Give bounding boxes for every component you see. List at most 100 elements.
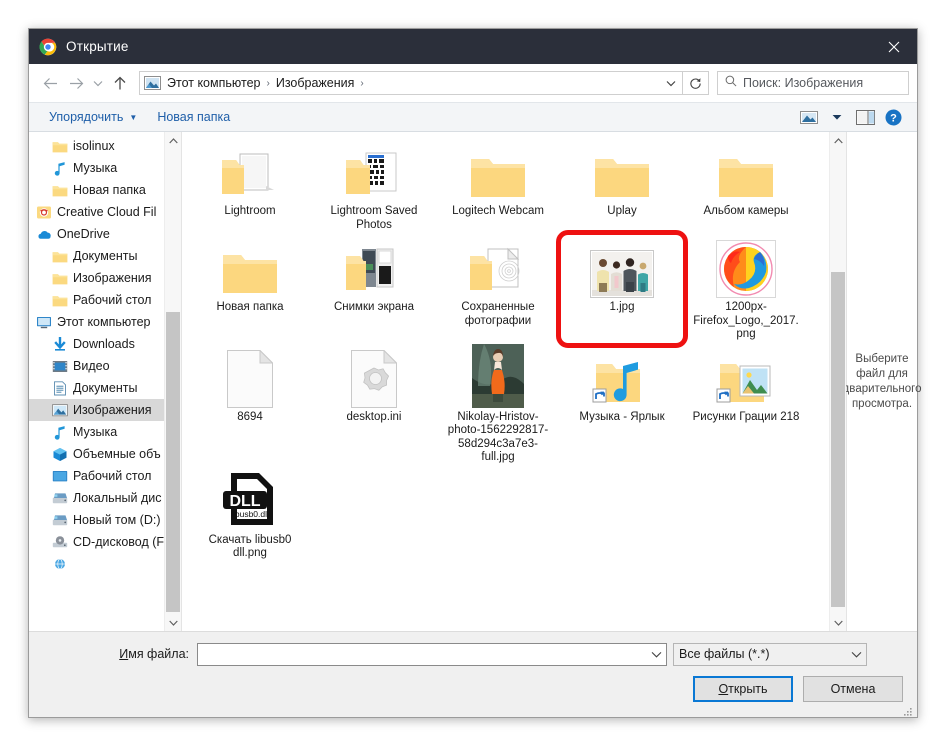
sidebar-item-5[interactable]: Документы: [29, 245, 181, 267]
drive-icon: [51, 490, 68, 506]
open-button-label-rest: ткрыть: [728, 682, 768, 696]
file-scroll-down-button[interactable]: [830, 614, 846, 631]
file-item[interactable]: desktop.ini: [312, 344, 436, 467]
sidebar-item-4[interactable]: OneDrive: [29, 223, 181, 245]
file-item-label: Lightroom Saved Photos: [330, 205, 418, 231]
search-placeholder: Поиск: Изображения: [743, 76, 864, 90]
file-pane-scrollbar[interactable]: [829, 132, 846, 631]
file-item[interactable]: Альбом камеры: [684, 138, 808, 234]
desktop-icon: [51, 468, 68, 484]
breadcrumb-separator-0[interactable]: ›: [262, 78, 273, 89]
sidebar-list: isolinux Музыка Новая папка Creative Cloud …: [29, 132, 181, 575]
recent-locations-button[interactable]: [89, 70, 107, 96]
sidebar-item-10[interactable]: Видео: [29, 355, 181, 377]
file-list-pane[interactable]: Lightroom Lightroom Saved Photos Logitech …: [182, 132, 846, 631]
dialog-footer: Имя файла: Все файлы (*.*) Открыть Отмен…: [29, 631, 917, 717]
view-layout-icon[interactable]: [795, 105, 823, 129]
svg-text:?: ?: [890, 112, 897, 124]
sidebar-item-14[interactable]: Объемные объ: [29, 443, 181, 465]
sidebar-item-12[interactable]: Изображения: [29, 399, 181, 421]
view-dropdown-button[interactable]: [823, 105, 851, 129]
file-scroll-up-button[interactable]: [830, 132, 846, 149]
file-item-label: desktop.ini: [346, 410, 402, 423]
up-button[interactable]: [107, 70, 133, 96]
sidebar-item-2[interactable]: Новая папка: [29, 179, 181, 201]
file-type-filter-dropdown[interactable]: Все файлы (*.*): [673, 642, 867, 666]
file-item[interactable]: Новая папка: [188, 234, 312, 344]
sidebar-item-label: Видео: [73, 359, 110, 373]
search-input[interactable]: Поиск: Изображения: [717, 71, 909, 95]
breadcrumb-bar[interactable]: Этот компьютер › Изображения ›: [139, 71, 683, 95]
sidebar-item-8[interactable]: Этот компьютер: [29, 311, 181, 333]
open-button[interactable]: Открыть: [693, 676, 793, 702]
sidebar-item-3[interactable]: Creative Cloud Fil: [29, 201, 181, 223]
file-grid-row: DLL libusb0.dll Скачать libusb0 dll.png: [188, 467, 829, 563]
file-item-label: 1200px-Firefox_Logo,_2017.png: [693, 301, 799, 340]
file-item-label: Logitech Webcam: [452, 205, 544, 217]
sidebar-item-15[interactable]: Рабочий стол: [29, 465, 181, 487]
sidebar-scrollbar-thumb[interactable]: [166, 312, 180, 612]
chevron-down-icon[interactable]: [646, 651, 666, 658]
sidebar-item-19[interactable]: [29, 553, 181, 575]
close-button[interactable]: [871, 29, 917, 64]
sidebar-item-6[interactable]: Изображения: [29, 267, 181, 289]
refresh-button[interactable]: [683, 71, 709, 95]
sidebar-item-label: Creative Cloud Fil: [57, 205, 157, 219]
file-item[interactable]: 1200px-Firefox_Logo,_2017.png: [684, 234, 808, 344]
chevron-down-icon[interactable]: [660, 72, 682, 94]
breadcrumb-item-1[interactable]: Изображения: [274, 76, 357, 90]
file-scrollbar-thumb[interactable]: [831, 272, 845, 607]
sidebar-item-17[interactable]: Новый том (D:): [29, 509, 181, 531]
folder-icon: [214, 238, 286, 298]
file-grid: Lightroom Lightroom Saved Photos Logitech …: [182, 132, 829, 631]
sidebar-item-11[interactable]: Документы: [29, 377, 181, 399]
sidebar-item-label: Изображения: [73, 271, 152, 285]
filename-label: Имя файла:: [29, 647, 197, 661]
breadcrumb-item-0[interactable]: Этот компьютер: [165, 76, 262, 90]
cancel-button-label: Отмена: [830, 682, 876, 696]
sidebar-item-18[interactable]: CD-дисковод (F:: [29, 531, 181, 553]
new-folder-button[interactable]: Новая папка: [147, 105, 240, 129]
file-item[interactable]: Lightroom Saved Photos: [312, 138, 436, 234]
file-item[interactable]: DLL libusb0.dll Скачать libusb0 dll.png: [188, 467, 312, 563]
sidebar-item-7[interactable]: Рабочий стол: [29, 289, 181, 311]
forward-button[interactable]: [63, 70, 89, 96]
sidebar-scrollbar[interactable]: [164, 132, 181, 631]
folder-pictures-shortcut-icon: [710, 348, 782, 408]
file-item[interactable]: 1.jpg: [560, 234, 684, 344]
chevron-down-icon[interactable]: [846, 651, 866, 658]
file-item[interactable]: Logitech Webcam: [436, 138, 560, 234]
folder-icon: [51, 248, 68, 264]
help-icon[interactable]: ?: [879, 105, 907, 129]
file-item[interactable]: Сохраненные фотографии: [436, 234, 560, 344]
back-button[interactable]: [37, 70, 63, 96]
file-item[interactable]: 8694: [188, 344, 312, 467]
resize-grip-icon[interactable]: [903, 704, 913, 716]
file-item[interactable]: Музыка - Ярлык: [560, 344, 684, 467]
sidebar-item-label: isolinux: [73, 139, 115, 153]
sidebar-item-0[interactable]: isolinux: [29, 135, 181, 157]
file-item[interactable]: Lightroom: [188, 138, 312, 234]
breadcrumb-separator-1[interactable]: ›: [356, 78, 367, 89]
sidebar-item-13[interactable]: Музыка: [29, 421, 181, 443]
file-item[interactable]: Рисунки Грации 218: [684, 344, 808, 467]
navigation-sidebar: isolinux Музыка Новая папка Creative Cloud …: [29, 132, 182, 631]
sidebar-scroll-down-button[interactable]: [165, 614, 181, 631]
file-item[interactable]: Nikolay-Hristov-photo-1562292817-58d294c…: [436, 343, 560, 467]
sidebar-item-9[interactable]: Downloads: [29, 333, 181, 355]
preview-pane-icon[interactable]: [851, 105, 879, 129]
filename-input[interactable]: [197, 642, 667, 666]
file-item-label: Скачать libusb0 dll.png: [208, 533, 292, 560]
organize-button[interactable]: Упорядочить ▼: [39, 105, 147, 129]
svg-text:libusb0.dll: libusb0.dll: [231, 509, 269, 519]
filename-label-accel: И: [119, 647, 129, 661]
sidebar-item-16[interactable]: Локальный дис: [29, 487, 181, 509]
search-icon: [725, 74, 737, 92]
cancel-button[interactable]: Отмена: [803, 676, 903, 702]
sidebar-item-label: Этот компьютер: [57, 315, 151, 329]
preview-pane-message: Выберите файл для двaрительного просмотр…: [842, 352, 922, 410]
file-item[interactable]: Снимки экрана: [312, 234, 436, 344]
file-item[interactable]: Uplay: [560, 138, 684, 234]
sidebar-scroll-up-button[interactable]: [165, 132, 181, 149]
sidebar-item-1[interactable]: Музыка: [29, 157, 181, 179]
